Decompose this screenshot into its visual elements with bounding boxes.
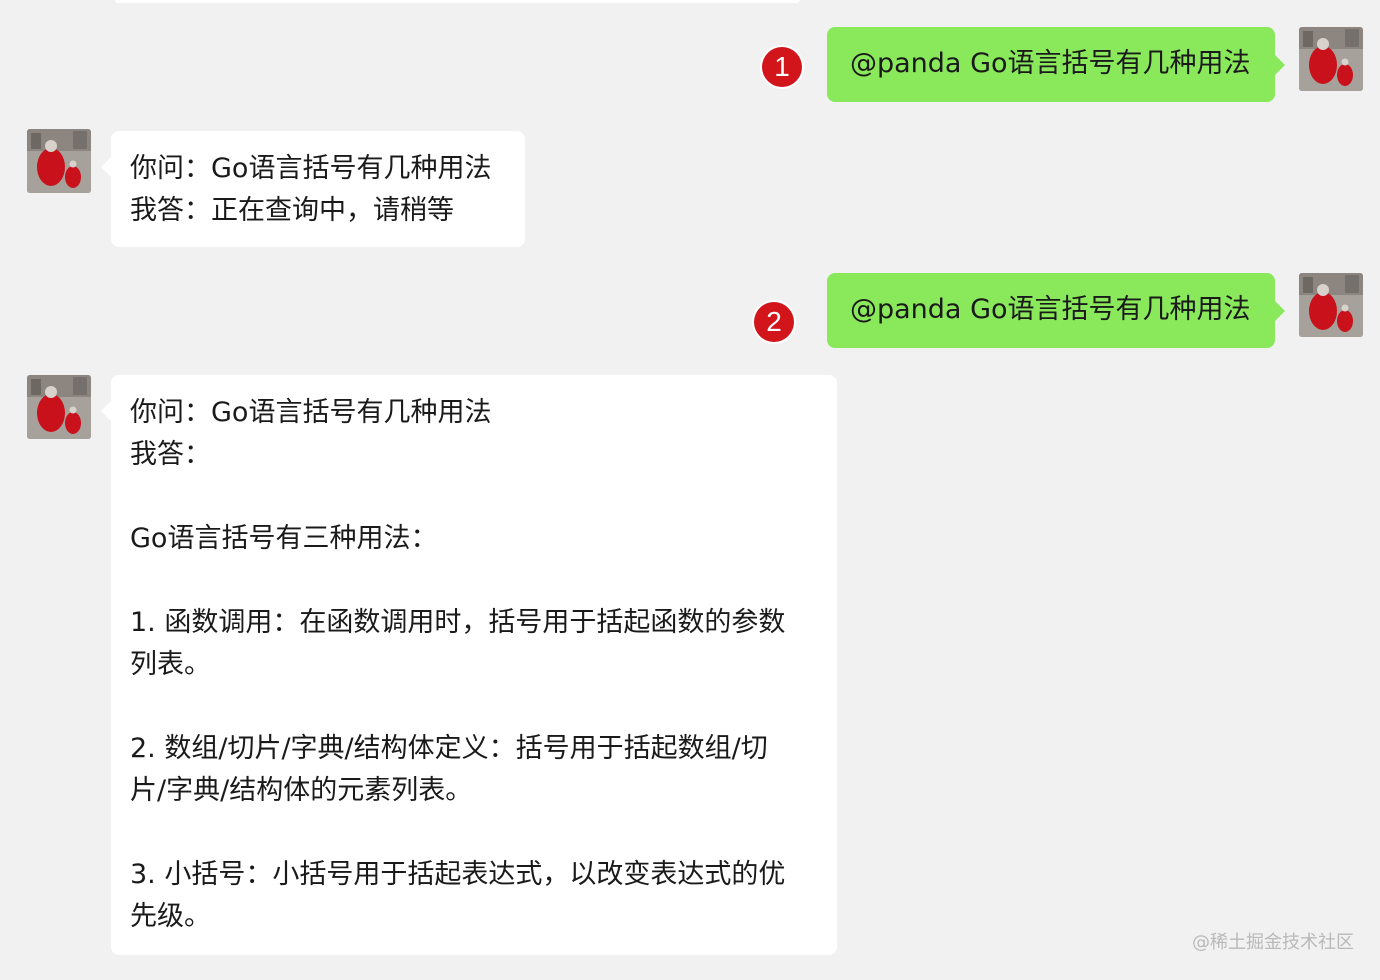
message-line: 1. 函数调用：在函数调用时，括号用于括起函数的参数 bbox=[130, 607, 786, 638]
message-line: 我答： bbox=[130, 439, 211, 470]
message-line: 先级。 bbox=[130, 901, 211, 932]
user-avatar[interactable] bbox=[1299, 27, 1363, 91]
message-line: 列表。 bbox=[130, 649, 211, 680]
message-line: 3. 小括号：小括号用于括起表达式，以改变表达式的优 bbox=[130, 859, 786, 890]
message-text: @panda Go语言括号有几种用法 bbox=[850, 294, 1251, 325]
received-message-bubble[interactable]: 你问：Go语言括号有几种用法 我答： Go语言括号有三种用法： 1. 函数调用：… bbox=[101, 375, 837, 955]
bot-avatar[interactable] bbox=[27, 375, 91, 439]
message-line: 你问：Go语言括号有几种用法 bbox=[130, 397, 492, 428]
message-line bbox=[130, 560, 819, 602]
user-avatar[interactable] bbox=[1299, 273, 1363, 337]
message-line: 我答：正在查询中，请稍等 bbox=[130, 195, 454, 226]
previous-message-edge bbox=[115, 0, 800, 3]
message-line: 片/字典/结构体的元素列表。 bbox=[130, 775, 473, 806]
message-text: @panda Go语言括号有几种用法 bbox=[850, 48, 1251, 79]
message-line bbox=[130, 686, 819, 728]
message-line bbox=[130, 812, 819, 854]
message-line: 2. 数组/切片/字典/结构体定义：括号用于括起数组/切 bbox=[130, 733, 768, 764]
message-number-badge: 2 bbox=[754, 302, 794, 342]
chat-area[interactable]: 1 @panda Go语言括号有几种用法 你问：Go语言括号有几种用法 我答：正… bbox=[0, 0, 1380, 980]
message-line bbox=[130, 476, 819, 518]
bot-avatar[interactable] bbox=[27, 129, 91, 193]
message-line: Go语言括号有三种用法： bbox=[130, 523, 438, 554]
sent-message-bubble[interactable]: @panda Go语言括号有几种用法 bbox=[827, 27, 1285, 102]
received-message-bubble[interactable]: 你问：Go语言括号有几种用法 我答：正在查询中，请稍等 bbox=[101, 131, 525, 247]
watermark: @稀土掘金技术社区 bbox=[1192, 932, 1354, 953]
message-number-badge: 1 bbox=[762, 47, 802, 87]
sent-message-bubble[interactable]: @panda Go语言括号有几种用法 bbox=[827, 273, 1285, 348]
message-line: 你问：Go语言括号有几种用法 bbox=[130, 153, 492, 184]
